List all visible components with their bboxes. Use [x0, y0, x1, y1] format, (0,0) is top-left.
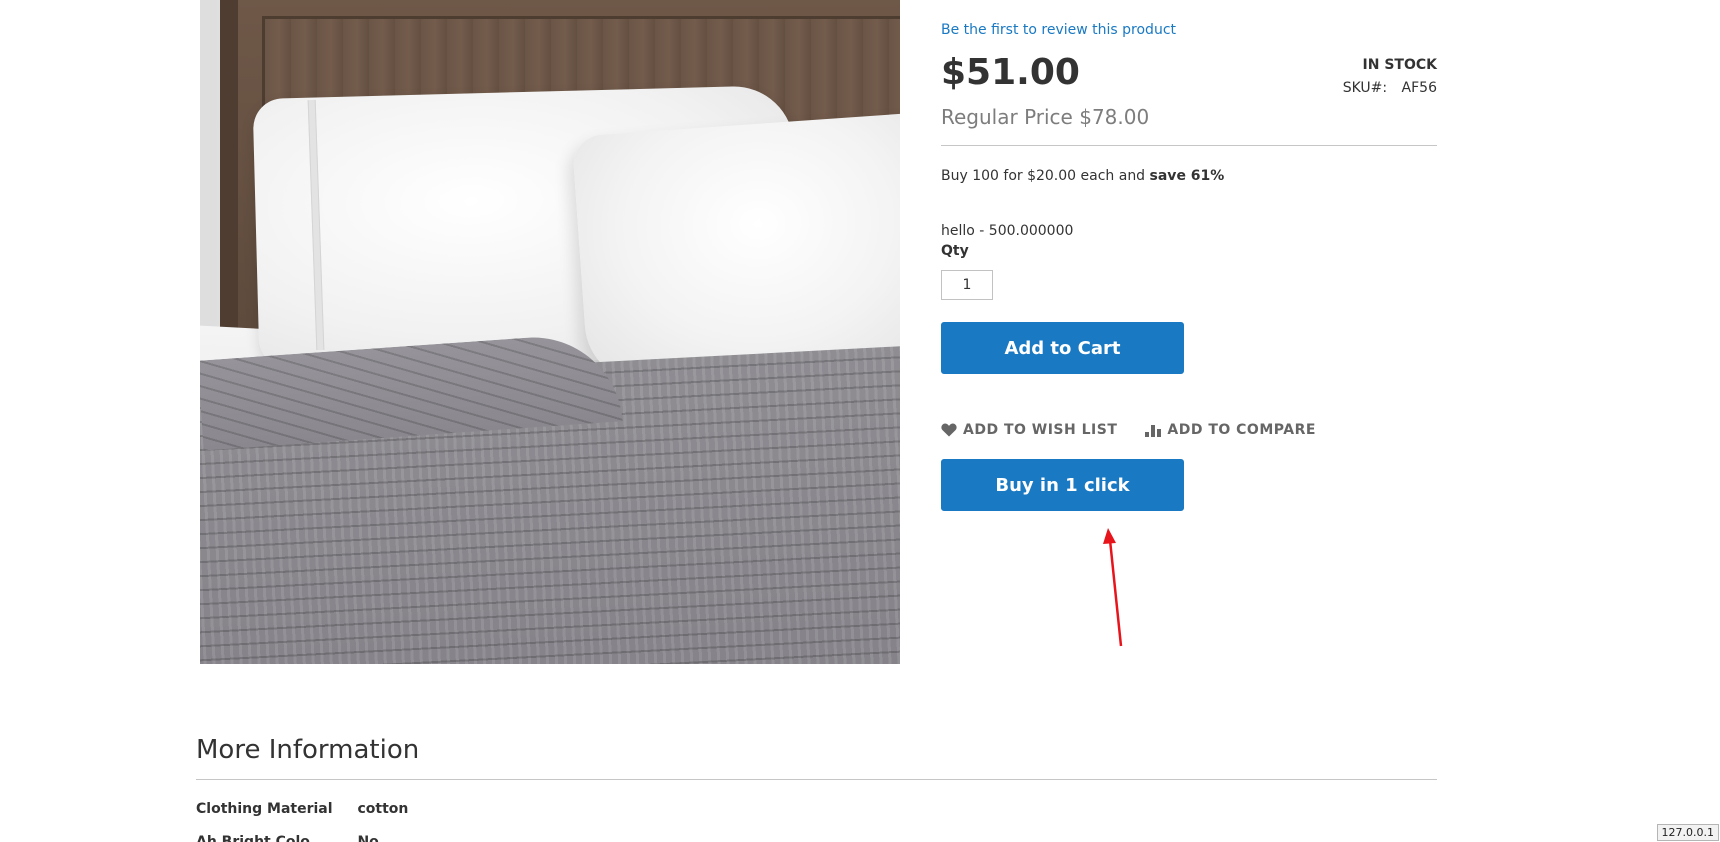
product-price: $51.00: [941, 52, 1080, 93]
attribute-label: Clothing Material: [196, 801, 333, 817]
add-to-compare-label: Add to Compare: [1167, 422, 1316, 438]
qty-input[interactable]: [941, 270, 993, 300]
status-bar-url: 127.0.0.1: [1656, 824, 1719, 841]
stock-status: IN STOCK: [1362, 57, 1437, 73]
image-pillow-front: [571, 111, 900, 387]
attribute-label: Ah Bright Colo: [196, 834, 310, 842]
buy-in-one-click-button[interactable]: Buy in 1 click: [941, 459, 1184, 511]
tier-price-save: save 61%: [1149, 168, 1225, 184]
bar-chart-icon: [1145, 425, 1162, 437]
annotation-arrow-icon: [1103, 528, 1123, 647]
attribute-row: Clothing Material cotton: [196, 801, 408, 817]
attribute-value: No: [357, 834, 379, 842]
product-sku: SKU#: AF56: [1343, 80, 1437, 96]
attribute-value: cotton: [357, 801, 409, 817]
price-divider: [941, 145, 1437, 146]
qty-label: Qty: [941, 243, 969, 259]
add-to-compare-link[interactable]: Add to Compare: [1145, 422, 1316, 438]
sku-value: AF56: [1401, 80, 1437, 96]
product-social-actions: Add to Wish List Add to Compare: [941, 420, 1344, 440]
tier-price-text: Buy 100 for $20.00 each and: [941, 168, 1146, 184]
more-information-divider: [196, 779, 1437, 780]
sku-label: SKU#:: [1342, 80, 1388, 96]
add-to-cart-button[interactable]: Add to Cart: [941, 322, 1184, 374]
add-to-wishlist-link[interactable]: Add to Wish List: [941, 422, 1117, 438]
regular-price-label: Regular Price: [941, 105, 1073, 129]
attribute-row: Ah Bright Colo No: [196, 834, 379, 842]
custom-option-line: hello - 500.000000: [941, 223, 1074, 239]
regular-price-value: $78.00: [1079, 105, 1150, 129]
regular-price: Regular Price $78.00: [941, 105, 1149, 129]
product-image[interactable]: [200, 0, 900, 664]
heart-icon: [941, 423, 957, 437]
more-information-title: More Information: [196, 735, 420, 765]
tier-price: Buy 100 for $20.00 each and save 61%: [941, 168, 1224, 184]
review-link[interactable]: Be the first to review this product: [941, 22, 1176, 38]
product-page: Be the first to review this product $51.…: [0, 0, 1720, 842]
add-to-wishlist-label: Add to Wish List: [963, 422, 1118, 438]
